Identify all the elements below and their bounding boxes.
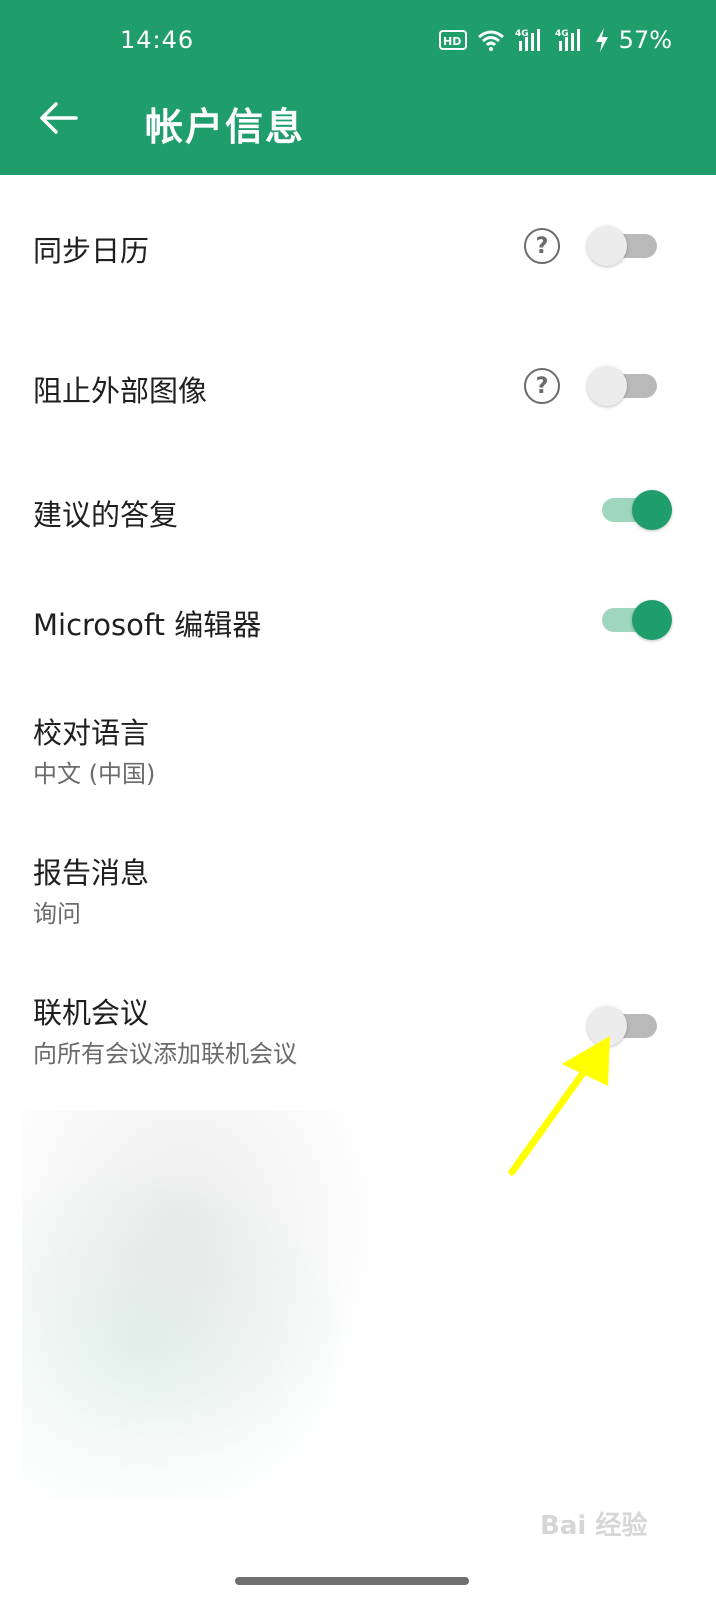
setting-proofing-language[interactable]: 校对语言 中文 (中国)	[0, 700, 716, 800]
setting-subtitle: 向所有会议添加联机会议	[33, 1040, 297, 1068]
status-time: 14:46	[120, 26, 195, 54]
setting-sync-calendar[interactable]: 同步日历 ?	[0, 200, 716, 300]
status-icons: HD 4G 4G 57%	[438, 24, 672, 56]
watermark: Bai 经验	[540, 1511, 648, 1541]
back-button[interactable]	[28, 90, 88, 150]
setting-title: 建议的答复	[33, 498, 179, 532]
blurred-region	[22, 1110, 422, 1500]
hd-icon: HD	[438, 29, 467, 51]
setting-value: 询问	[33, 900, 81, 928]
app-bar: 14:46 HD 4G 4G 57% 帐户信息	[0, 0, 716, 175]
setting-title: 报告消息	[33, 856, 150, 890]
page-title: 帐户信息	[145, 105, 306, 149]
charging-icon	[595, 28, 609, 52]
battery-percent: 57%	[618, 26, 672, 54]
help-icon[interactable]: ?	[524, 368, 560, 404]
microsoft-editor-toggle[interactable]	[592, 600, 672, 640]
block-images-toggle[interactable]	[587, 366, 667, 406]
annotation-arrow-icon	[508, 1036, 610, 1176]
setting-title: Microsoft 编辑器	[33, 608, 262, 642]
home-indicator[interactable]	[235, 1577, 469, 1585]
setting-title: 同步日历	[33, 234, 150, 268]
signal-4g-icon: 4G	[555, 27, 585, 53]
wifi-icon	[477, 28, 505, 52]
setting-value: 中文 (中国)	[33, 760, 156, 788]
signal-4g-icon: 4G	[515, 27, 545, 53]
setting-title: 联机会议	[33, 996, 150, 1030]
help-icon[interactable]: ?	[524, 228, 560, 264]
setting-title: 阻止外部图像	[33, 374, 208, 408]
sync-calendar-toggle[interactable]	[587, 226, 667, 266]
setting-report-message[interactable]: 报告消息 询问	[0, 840, 716, 940]
setting-block-external-images[interactable]: 阻止外部图像 ?	[0, 340, 716, 440]
setting-microsoft-editor[interactable]: Microsoft 编辑器	[0, 580, 716, 670]
suggested-replies-toggle[interactable]	[592, 490, 672, 530]
svg-text:HD: HD	[443, 35, 461, 48]
setting-suggested-replies[interactable]: 建议的答复	[0, 470, 716, 560]
setting-title: 校对语言	[33, 716, 150, 750]
arrow-left-icon	[38, 101, 78, 139]
